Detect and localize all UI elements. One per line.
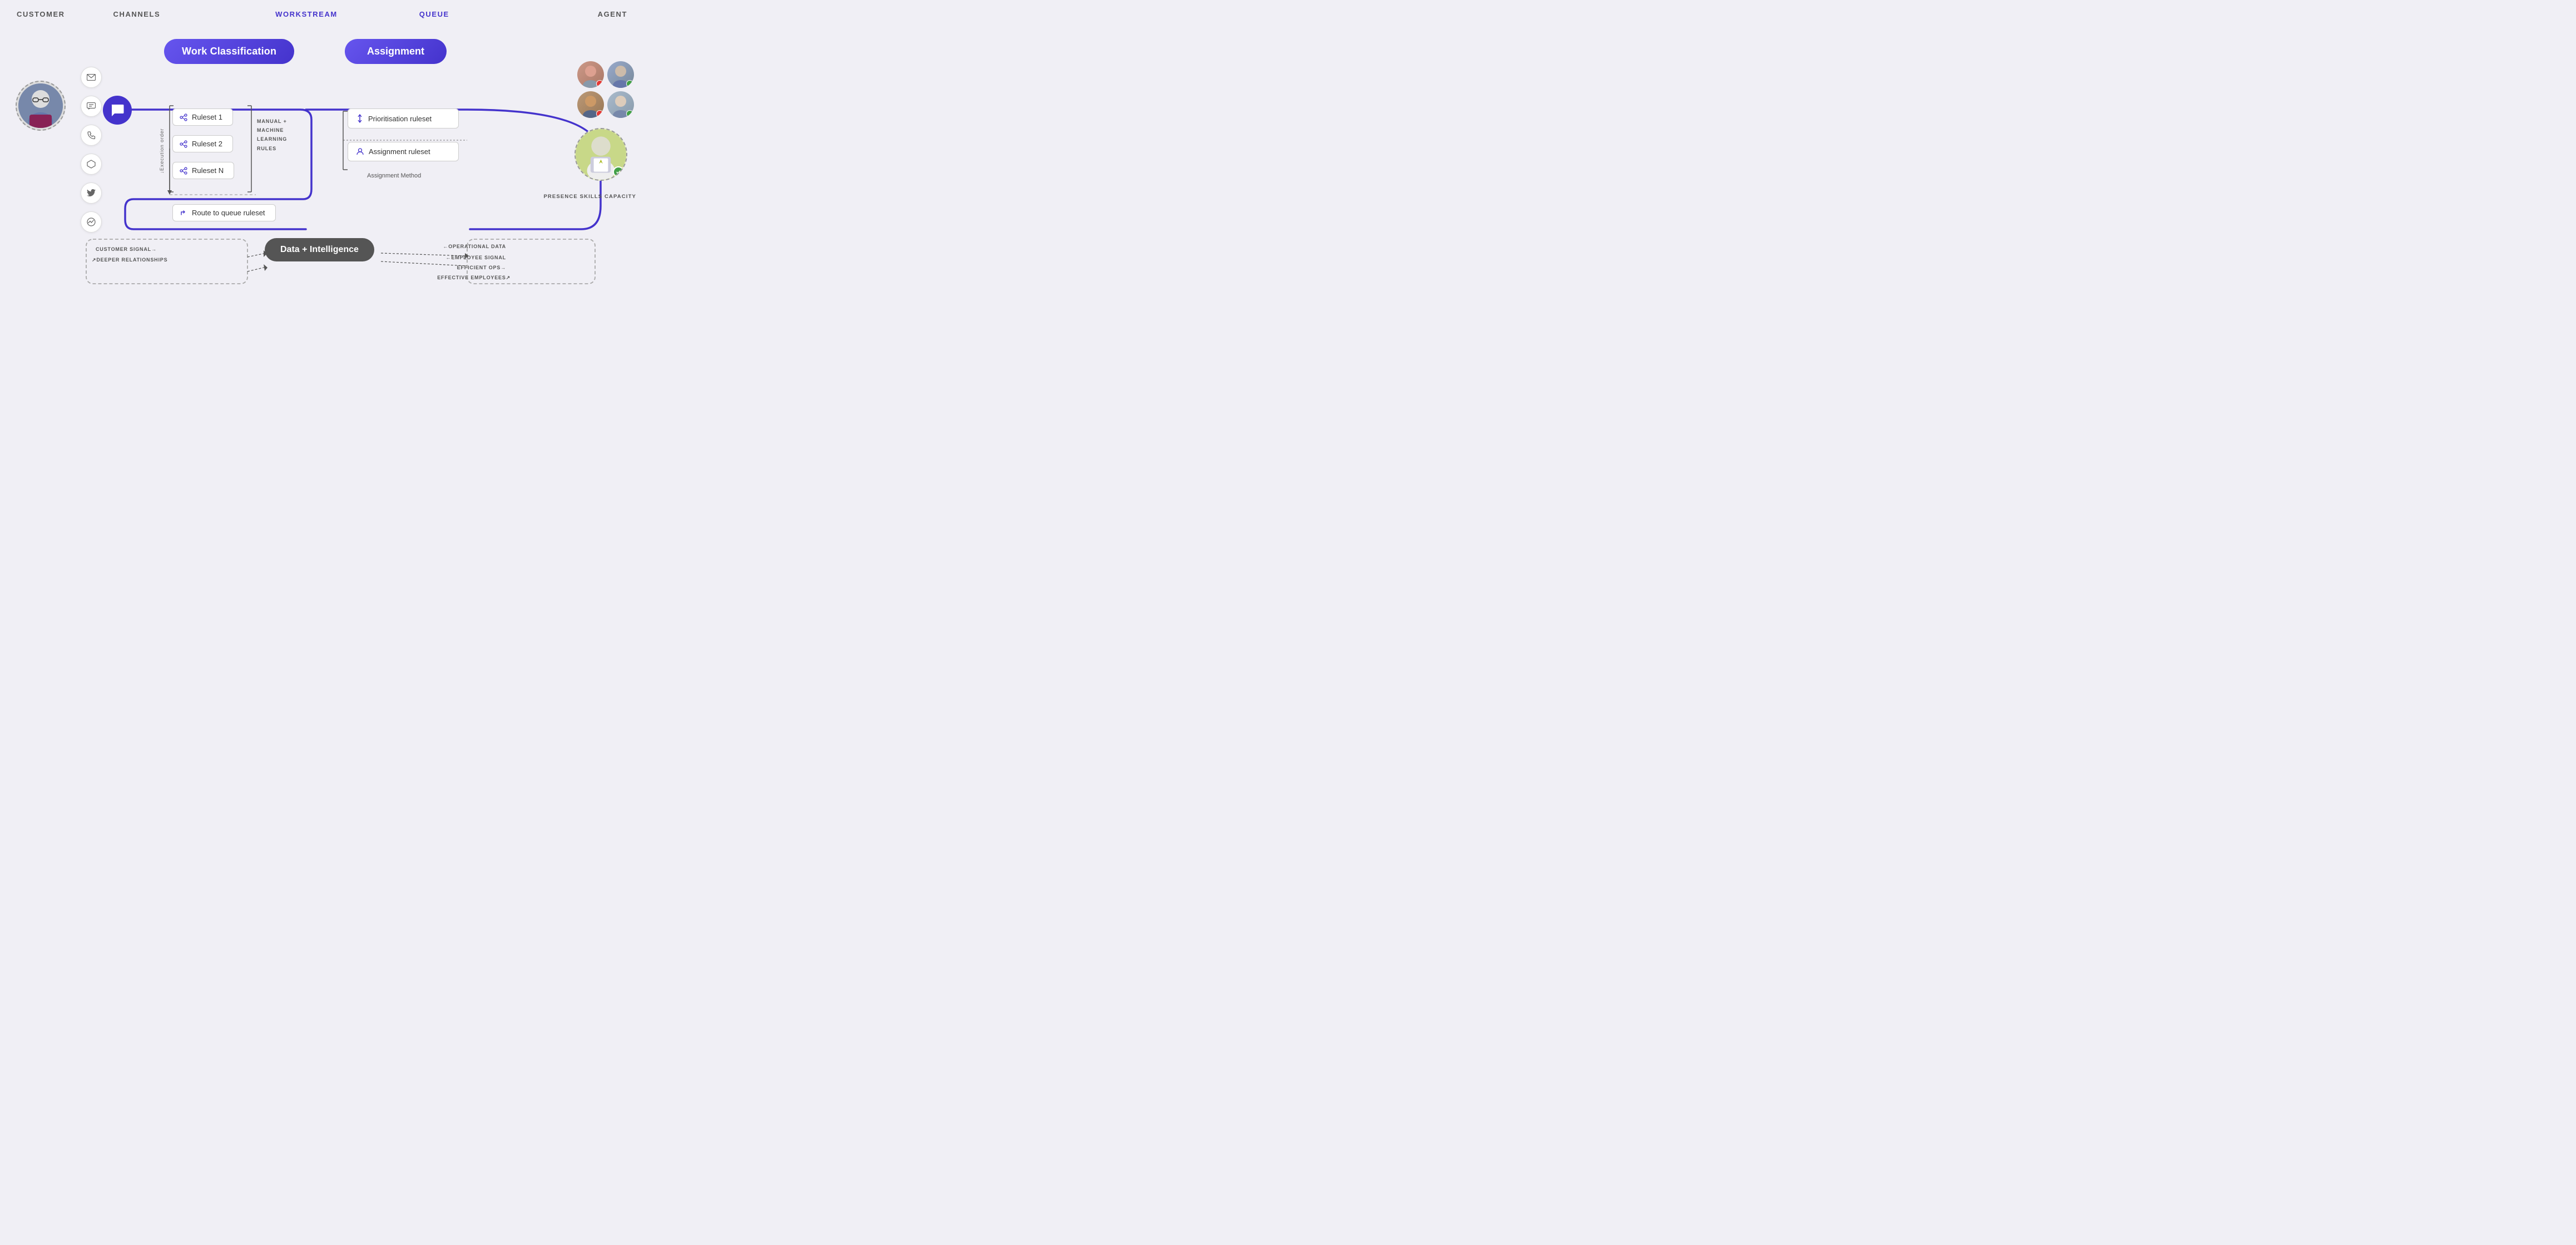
- execution-order-label: ↓ Execution order: [159, 128, 165, 174]
- customer-signal-label: CUSTOMER SIGNAL→: [96, 246, 157, 252]
- agent-section: [577, 61, 634, 121]
- widget-channel-icon[interactable]: [81, 154, 102, 175]
- agent-avatar-3: [577, 91, 604, 118]
- diagram-container: CUSTOMER CHANNELS WORKSTREAM QUEUE AGENT: [0, 0, 644, 312]
- effective-employees-label: EFFECTIVE EMPLOYEES↗: [437, 275, 511, 281]
- messenger-channel-icon[interactable]: [81, 211, 102, 233]
- assignment-method-label: Assignment Method: [367, 172, 421, 179]
- main-agent-avatar: [574, 128, 627, 181]
- channels-header: CHANNELS: [113, 10, 161, 18]
- header-labels: CUSTOMER CHANNELS WORKSTREAM QUEUE AGENT: [0, 0, 644, 18]
- ruleset-1-box[interactable]: Ruleset 1: [172, 108, 233, 126]
- agent-avatar-1: [577, 61, 604, 88]
- deeper-relationships-label: ↗DEEPER RELATIONSHIPS: [92, 257, 167, 263]
- assignment-ruleset-label: Assignment ruleset: [369, 147, 430, 156]
- ruleset-n-label: Ruleset N: [192, 166, 224, 175]
- operational-data-label: ←OPERATIONAL DATA: [443, 244, 506, 249]
- agent-row-2: [577, 91, 634, 118]
- agent-2-status-badge: [626, 80, 633, 87]
- efficient-ops-label: EFFICIENT OPS→: [457, 265, 506, 270]
- chat-bubble-icon: [103, 96, 132, 125]
- main-agent-status-badge: [613, 166, 624, 177]
- email-channel-icon[interactable]: [81, 67, 102, 88]
- queue-header: QUEUE: [419, 10, 449, 18]
- ruleset-2-label: Ruleset 2: [192, 140, 222, 148]
- prioritisation-label: Prioritisation ruleset: [368, 115, 432, 123]
- sms-channel-icon[interactable]: [81, 96, 102, 117]
- customer-header: CUSTOMER: [17, 10, 65, 18]
- agent-1-status-badge: [596, 80, 603, 87]
- employee-signal-label: ←EMPLOYEE SIGNAL: [446, 255, 506, 260]
- ruleset-n-box[interactable]: Ruleset N: [172, 162, 234, 179]
- agent-row-1: [577, 61, 634, 88]
- phone-channel-icon[interactable]: [81, 125, 102, 146]
- customer-avatar: [16, 81, 66, 131]
- agent-avatar-4: [607, 91, 634, 118]
- twitter-channel-icon[interactable]: [81, 182, 102, 204]
- work-classification-badge: Work Classification: [164, 39, 294, 64]
- agent-header: AGENT: [598, 10, 627, 18]
- presence-skills-capacity-labels: PRESENCE SKILLS CAPACITY: [543, 192, 636, 201]
- ruleset-2-box[interactable]: Ruleset 2: [172, 135, 233, 152]
- agent-4-status-badge: [626, 110, 633, 117]
- route-to-queue-box[interactable]: Route to queue ruleset: [172, 204, 276, 221]
- manual-ml-label: MANUAL +MACHINELEARNINGRULES: [257, 117, 287, 153]
- agent-avatar-2: [607, 61, 634, 88]
- data-intelligence-pill: Data + Intelligence: [265, 238, 374, 261]
- channels-column: [81, 67, 102, 233]
- assignment-ruleset-box[interactable]: Assignment ruleset: [348, 142, 459, 161]
- workstream-header: WORKSTREAM: [275, 10, 338, 18]
- prioritisation-ruleset-box[interactable]: Prioritisation ruleset: [348, 108, 459, 129]
- agent-3-status-badge: [596, 110, 603, 117]
- route-to-queue-label: Route to queue ruleset: [192, 209, 265, 217]
- assignment-badge: Assignment: [345, 39, 447, 64]
- ruleset-1-label: Ruleset 1: [192, 113, 222, 121]
